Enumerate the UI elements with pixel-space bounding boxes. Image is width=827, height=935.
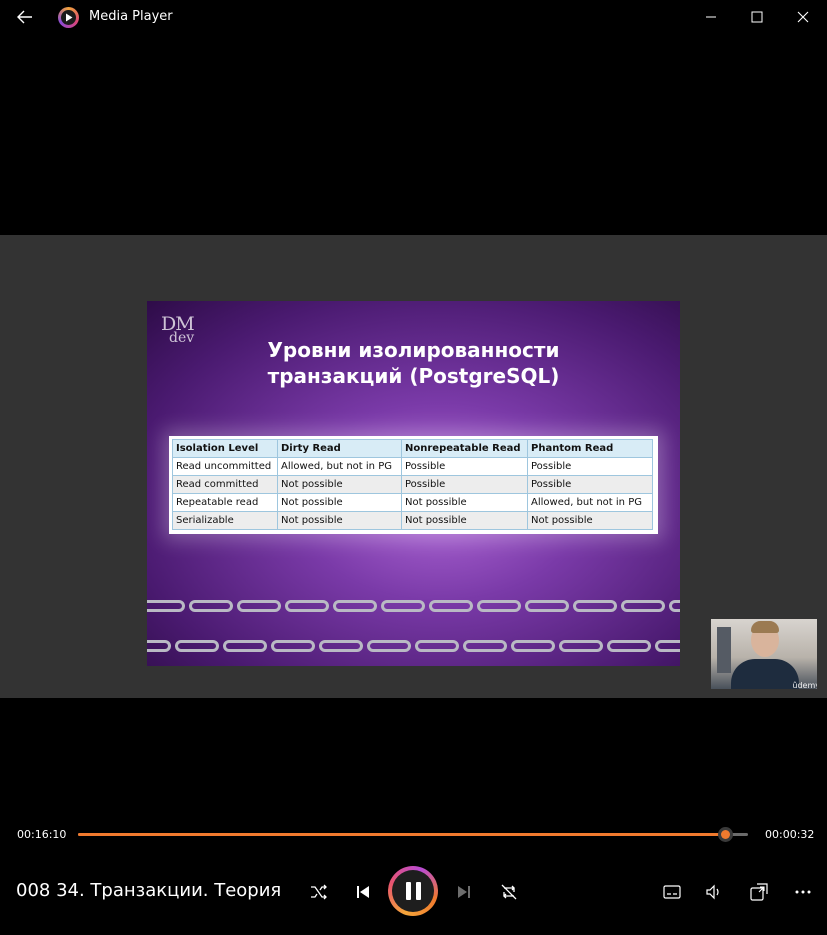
table-cell: Allowed, but not in PG [277,457,402,476]
table-header-row: Isolation Level Dirty Read Nonrepeatable… [172,439,653,458]
close-button[interactable] [780,0,826,34]
table-cell: Not possible [277,493,402,512]
more-options-icon [795,890,811,894]
table-cell: Possible [527,457,653,476]
chain-decoration [147,597,680,617]
previous-button[interactable] [347,876,379,908]
close-icon [797,11,809,23]
seek-bar-progress [78,833,726,836]
pause-button[interactable] [388,866,438,916]
table-row: Read committed Not possible Possible Pos… [172,475,653,494]
media-player-app-icon [58,7,79,28]
table-cell: Serializable [172,511,278,530]
back-arrow-icon [17,10,32,24]
chain-decoration [147,637,680,657]
remaining-time: 00:00:32 [765,828,815,841]
table-row: Repeatable read Not possible Not possibl… [172,493,653,512]
webcam-overlay: ûdemy [711,619,817,689]
minimize-button[interactable] [688,0,734,34]
column-header: Dirty Read [277,439,402,458]
mini-player-button[interactable] [743,876,775,908]
table-cell: Possible [527,475,653,494]
table-cell: Possible [401,475,528,494]
title-bar: Media Player [0,0,827,34]
table-cell: Possible [401,457,528,476]
repeat-button[interactable] [493,876,525,908]
mini-player-icon [750,883,768,901]
back-button[interactable] [14,7,36,27]
repeat-off-icon [501,884,517,900]
volume-icon [706,884,719,900]
udemy-watermark: ûdemy [792,681,817,689]
subtitles-icon [663,885,681,899]
window-title: Media Player [89,9,173,24]
volume-button[interactable] [698,876,730,908]
slide-title: Уровни изолированности транзакций (Postg… [267,338,560,388]
more-options-button[interactable] [787,876,819,908]
player-controls: 00:16:10 00:00:32 008 34. Транзакции. Те… [0,819,827,935]
table-cell: Not possible [277,511,402,530]
column-header: Nonrepeatable Read [401,439,528,458]
table-cell: Allowed, but not in PG [527,493,653,512]
table-cell: Not possible [277,475,402,494]
shuffle-button[interactable] [303,876,335,908]
column-header: Phantom Read [527,439,653,458]
subtitles-button[interactable] [656,876,688,908]
seek-bar[interactable] [78,827,748,842]
previous-icon [357,886,369,898]
table-cell: Read uncommitted [172,457,278,476]
dmdev-logo: DM dev [161,313,195,346]
maximize-icon [751,11,763,23]
table-cell: Not possible [401,493,528,512]
media-title: 008 34. Транзакции. Теория [16,880,282,901]
table-row: Read uncommitted Allowed, but not in PG … [172,457,653,476]
elapsed-time: 00:16:10 [17,828,67,841]
table-cell: Not possible [527,511,653,530]
next-button[interactable] [448,876,480,908]
column-header: Isolation Level [172,439,278,458]
table-cell: Not possible [401,511,528,530]
isolation-table: Isolation Level Dirty Read Nonrepeatable… [169,436,658,534]
shuffle-icon [311,884,327,900]
table-row: Serializable Not possible Not possible N… [172,511,653,530]
pause-icon [392,870,434,912]
minimize-icon [706,16,716,18]
presentation-slide: DM dev Уровни изолированности транзакций… [147,301,680,666]
maximize-button[interactable] [734,0,780,34]
seek-handle[interactable] [718,827,734,842]
next-icon [458,886,470,898]
table-cell: Repeatable read [172,493,278,512]
table-cell: Read committed [172,475,278,494]
